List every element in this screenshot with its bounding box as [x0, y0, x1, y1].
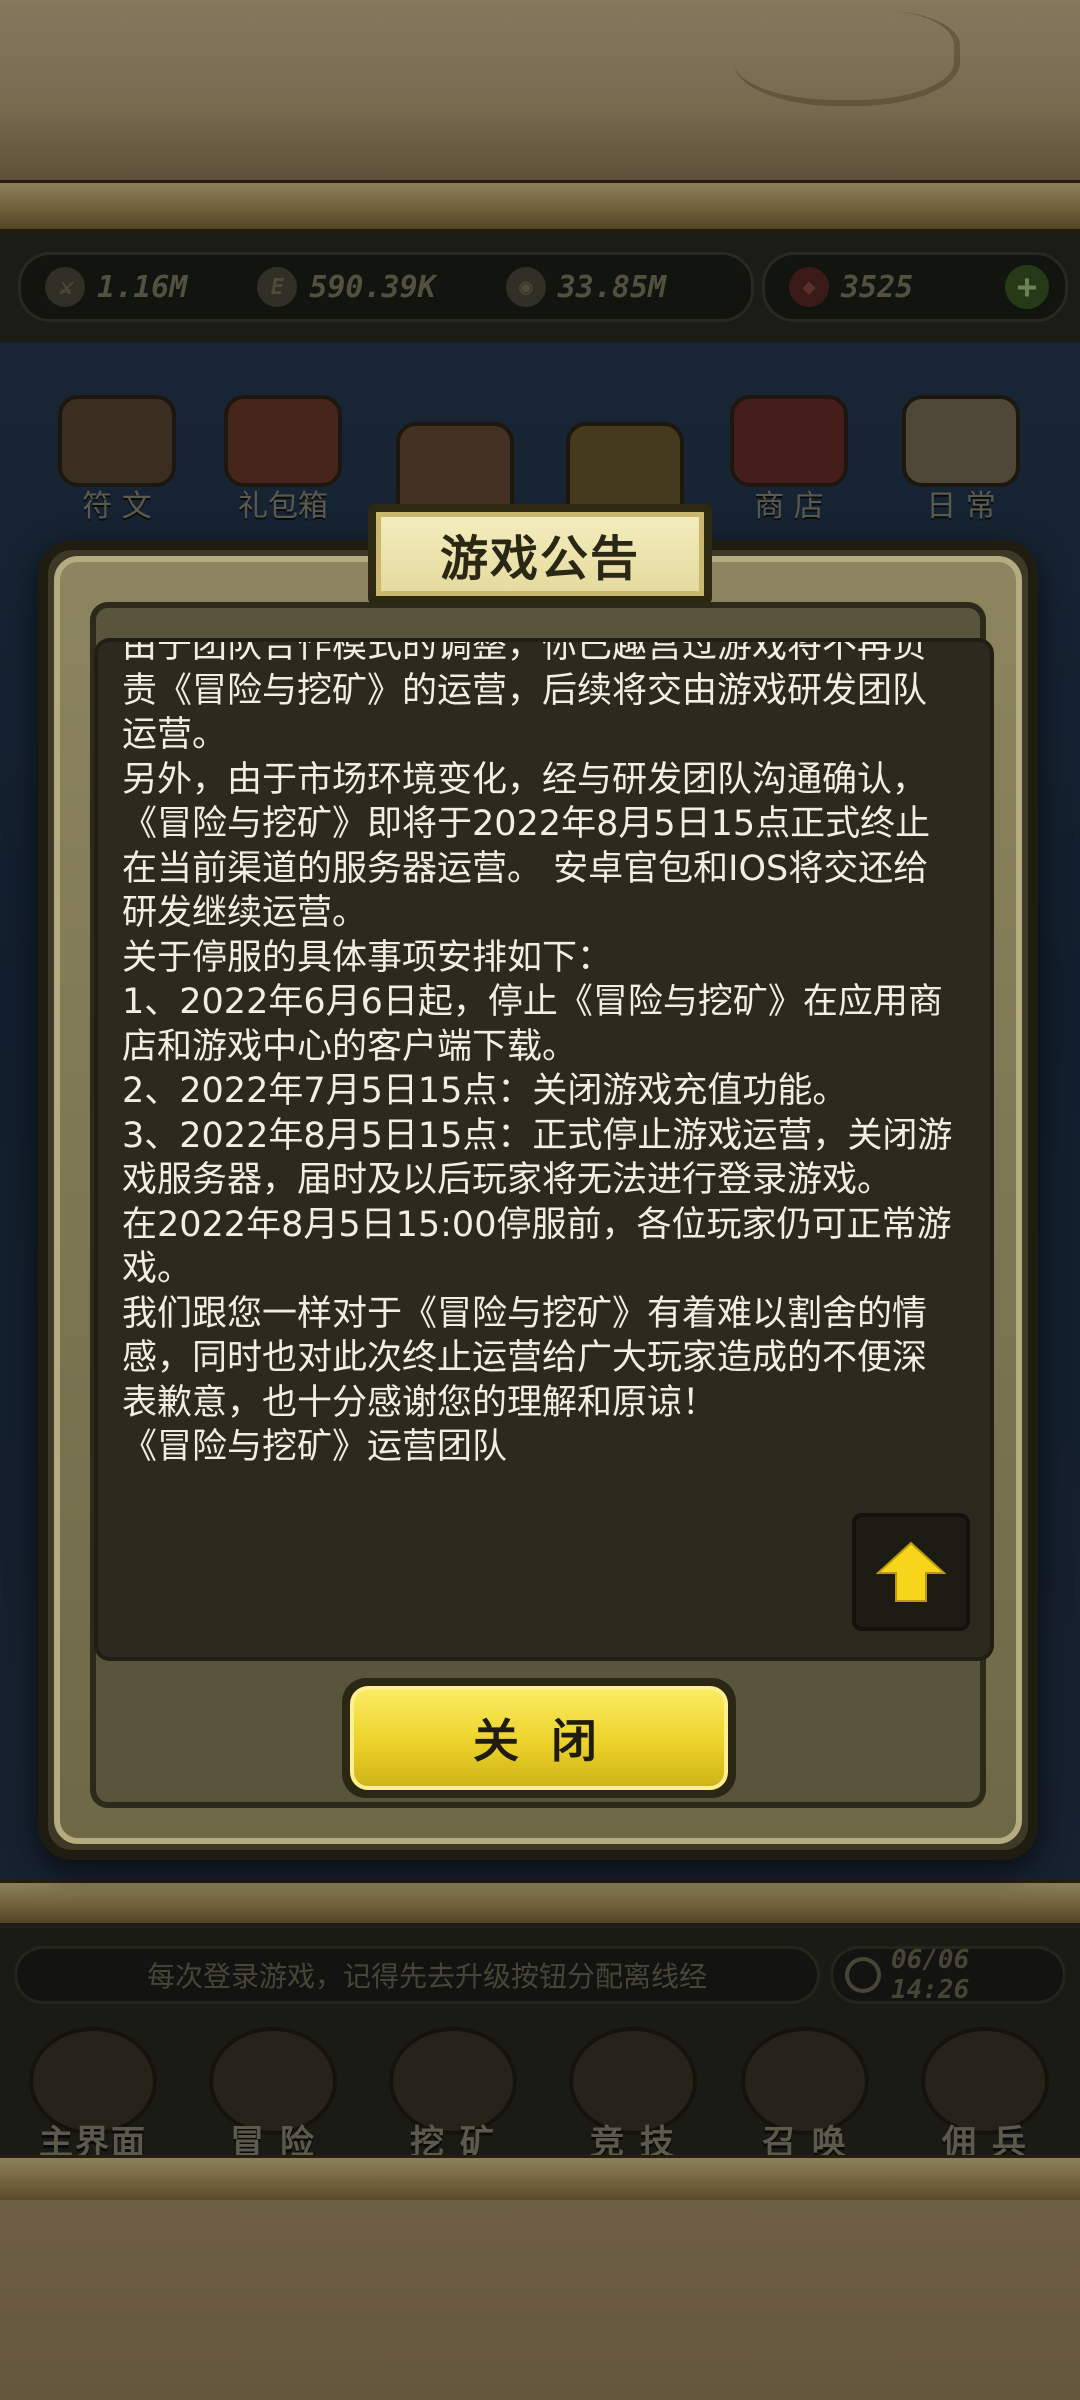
announcement-paragraph: 1、2022年6月6日起，停止《冒险与挖矿》在应用商店和游戏中心的客户端下载。: [122, 982, 943, 1067]
announcement-paragraph: 关于停服的具体事项安排如下：: [122, 937, 613, 978]
dialog-title-plaque: 游戏公告: [368, 504, 712, 604]
announcement-paragraph: 另外，由于市场环境变化，经与研发团队沟通确认，《冒险与挖矿》即将于2022年8月…: [122, 759, 931, 934]
announcement-paragraph: 2、2022年7月5日15点：关闭游戏充值功能。: [122, 1071, 848, 1111]
announcement-text: 由于团队合作模式的调整，你已趣宫过游戏将不再负责《冒险与挖矿》的运营，后续将交由…: [122, 638, 954, 1470]
announcement-content[interactable]: 由于团队合作模式的调整，你已趣宫过游戏将不再负责《冒险与挖矿》的运营，后续将交由…: [94, 638, 994, 1661]
up-arrow-icon: [876, 1541, 946, 1602]
announcement-paragraph: 3、2022年8月5日15点：正式停止游戏运营，关闭游戏服务器，届时及以后玩家将…: [122, 1115, 953, 1201]
dialog-title: 游戏公告: [439, 531, 640, 587]
announcement-paragraph: 由于团队合作模式的调整，你已趣宫过游戏将不再负责《冒险与挖矿》的运营，后续将交由…: [122, 638, 928, 755]
close-button-label: 关 闭: [472, 1714, 605, 1768]
announcement-paragraph: 我们跟您一样对于《冒险与挖矿》有着难以割舍的情感，同时也对此次终止运营给广大玩家…: [122, 1293, 928, 1423]
announcement-paragraph: 在2022年8月5日15:00停服前，各位玩家仍可正常游戏。: [122, 1204, 952, 1290]
scroll-to-top-button[interactable]: [852, 1513, 970, 1631]
announcement-signature: 《冒险与挖矿》运营团队: [122, 1427, 508, 1467]
close-button[interactable]: 关 闭: [342, 1678, 736, 1798]
